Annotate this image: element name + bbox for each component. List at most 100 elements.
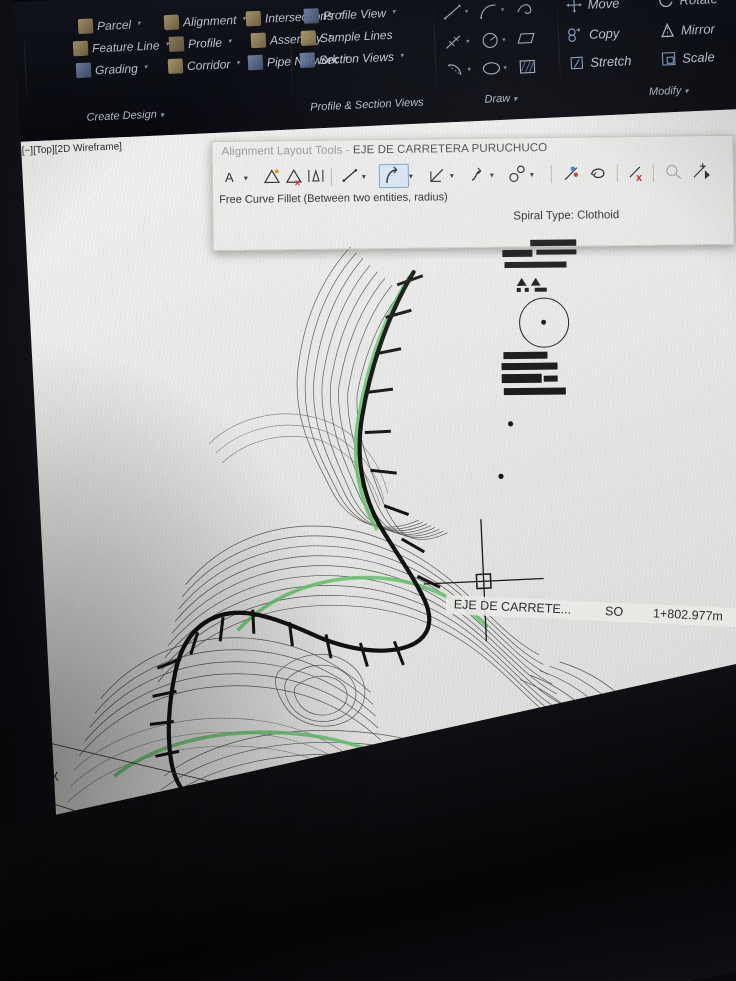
panel-title-text: Modify: [648, 84, 682, 99]
reverse-direction-tool[interactable]: [587, 161, 609, 183]
tooltip-offset: - 106.0: [730, 607, 736, 631]
tooltip-direction: SO: [578, 601, 632, 623]
profile-view-icon: [303, 8, 320, 24]
spiral-type-label: Spiral Type: Clothoid: [513, 209, 620, 223]
ribbon-panel-title-profile-section-views: Profile & Section Views: [296, 96, 438, 114]
arc-icon[interactable]: [477, 0, 500, 21]
chevron-down-icon[interactable]: ▾: [409, 172, 413, 181]
dialog-title-prefix: Alignment Layout Tools -: [221, 144, 354, 159]
ribbon-item-parcel[interactable]: Parcel ▾: [77, 16, 141, 35]
ribbon-panel-title-create-design[interactable]: Create Design ▾: [0, 104, 258, 128]
ribbon-item-profile-view[interactable]: Profile View ▾: [303, 5, 396, 24]
north-symbol-icon: [518, 297, 570, 348]
ribbon-item-label: Copy: [588, 25, 620, 42]
ribbon-item-copy[interactable]: Copy: [567, 25, 620, 44]
insert-pi-tool[interactable]: [261, 165, 283, 187]
chevron-down-icon[interactable]: ▾: [465, 7, 469, 15]
ribbon-item-alignment[interactable]: Alignment ▾: [163, 11, 246, 31]
delete-entity-tool[interactable]: x: [627, 161, 649, 184]
chevron-down-icon[interactable]: ▾: [467, 65, 471, 73]
ribbon-item-label: Sample Lines: [319, 27, 393, 45]
convert-entity-tool[interactable]: [561, 162, 583, 184]
arc-dim-icon[interactable]: [444, 60, 467, 81]
curve-fillet-tool[interactable]: [378, 163, 410, 189]
chevron-down-icon[interactable]: ▾: [144, 64, 148, 71]
stretch-icon: [570, 56, 584, 70]
delete-pi-tool[interactable]: x: [283, 165, 305, 187]
alignment-icon: [163, 14, 180, 31]
draw-tangent-tool[interactable]: [339, 164, 361, 186]
ribbon-item-stretch[interactable]: Stretch: [568, 52, 632, 72]
panel-title-text: Profile & Section Views: [309, 96, 424, 114]
monitor-photo: Express Tools Featured Apps ints ▾ faces…: [0, 0, 736, 981]
chevron-down-icon[interactable]: ▾: [530, 170, 534, 179]
chevron-down-icon[interactable]: ▾: [684, 86, 688, 95]
ribbon-item-label: Corridor: [186, 56, 231, 73]
ribbon-item-label: Move: [587, 0, 620, 12]
spline-icon[interactable]: [443, 32, 466, 53]
ribbon-panel-title-modify[interactable]: Modify ▾: [593, 82, 736, 101]
chevron-down-icon[interactable]: ▾: [503, 64, 507, 72]
ribbon-item-label: Alignment: [182, 12, 237, 29]
svg-text:x: x: [636, 172, 643, 183]
ribbon-item-sample-lines[interactable]: Sample Lines: [300, 27, 393, 46]
chevron-down-icon[interactable]: ▾: [466, 37, 470, 45]
chevron-down-icon[interactable]: ▾: [228, 38, 232, 45]
feature-line-icon: [72, 40, 89, 57]
ribbon-panel-profile-section-views: Profile View ▾ Sample Lines Section View…: [291, 0, 438, 115]
ribbon-item-move[interactable]: Move: [565, 0, 620, 14]
ribbon-item-feature-line[interactable]: Feature Line ▾: [72, 37, 169, 57]
chevron-down-icon[interactable]: ▾: [137, 20, 141, 27]
copy-icon: [568, 28, 581, 42]
intersections-icon: [245, 10, 262, 27]
ribbon-item-label: Mirror: [680, 21, 716, 38]
break-apart-pi-tool[interactable]: [305, 165, 327, 187]
dialog-status-text: Free Curve Fillet (Between two entities,…: [219, 191, 448, 207]
chevron-down-icon[interactable]: ▾: [392, 9, 396, 16]
rectangle-icon[interactable]: [515, 28, 538, 49]
section-views-icon: [299, 52, 316, 69]
layout-parameters-tool[interactable]: [691, 160, 713, 182]
chevron-down-icon[interactable]: ▾: [236, 60, 240, 67]
ribbon-item-rotate[interactable]: Rotate: [657, 0, 718, 10]
ribbon-panel-modify: Move Rotate Copy Mirror Stretch: [559, 0, 736, 103]
chevron-down-icon[interactable]: ▾: [513, 94, 517, 103]
select-pi-tool[interactable]: A: [221, 166, 243, 188]
ribbon-item-corridor[interactable]: Corridor ▾: [167, 56, 240, 75]
polyline-icon[interactable]: [513, 0, 536, 19]
ribbon-item-label: Scale: [681, 49, 716, 66]
chevron-down-icon[interactable]: ▾: [160, 110, 164, 119]
circle-icon[interactable]: [479, 30, 502, 51]
ribbon-item-label: Rotate: [679, 0, 718, 8]
alignment-layout-tools-dialog[interactable]: Alignment Layout Tools - EJE DE CARRETER…: [211, 134, 735, 252]
ribbon-item-section-views[interactable]: Section Views ▾: [299, 48, 404, 69]
ribbon-item-label: Stretch: [589, 53, 632, 70]
ribbon-panel-title-draw[interactable]: Draw ▾: [440, 90, 562, 108]
spiral-tool[interactable]: [427, 163, 449, 185]
ribbon-item-mirror[interactable]: Mirror: [659, 20, 716, 40]
chevron-down-icon[interactable]: ▾: [490, 171, 494, 180]
panel-title-text: Draw: [484, 92, 511, 106]
chevron-down-icon[interactable]: ▾: [400, 52, 404, 59]
chevron-down-icon[interactable]: ▾: [502, 36, 506, 44]
ribbon-item-grading[interactable]: Grading ▾: [75, 60, 148, 79]
hatch-icon[interactable]: [516, 56, 539, 77]
pipe-network-icon: [247, 54, 264, 71]
reverse-curve-tool[interactable]: [467, 163, 489, 185]
ribbon-item-profile[interactable]: Profile ▾: [168, 34, 232, 52]
svg-text:A: A: [225, 170, 234, 185]
ribbon-item-label: Profile: [187, 35, 223, 51]
dialog-title: Alignment Layout Tools - EJE DE CARRETER…: [222, 142, 548, 158]
ribbon-item-scale[interactable]: Scale: [660, 48, 715, 67]
chevron-down-icon[interactable]: ▾: [501, 6, 505, 14]
ellipse-icon[interactable]: [480, 58, 503, 79]
entity-properties-tool[interactable]: [663, 160, 685, 182]
chevron-down-icon[interactable]: ▾: [450, 171, 454, 180]
scale-icon: [661, 51, 676, 66]
chevron-down-icon[interactable]: ▾: [244, 174, 248, 183]
chevron-down-icon[interactable]: ▾: [362, 172, 366, 181]
ribbon-panel-create-design: Parcel ▾ Feature Line ▾ Grading ▾ Alignm…: [24, 3, 348, 127]
grading-icon: [75, 62, 92, 79]
compound-curve-tool[interactable]: [507, 162, 529, 184]
line-icon[interactable]: [441, 2, 464, 23]
